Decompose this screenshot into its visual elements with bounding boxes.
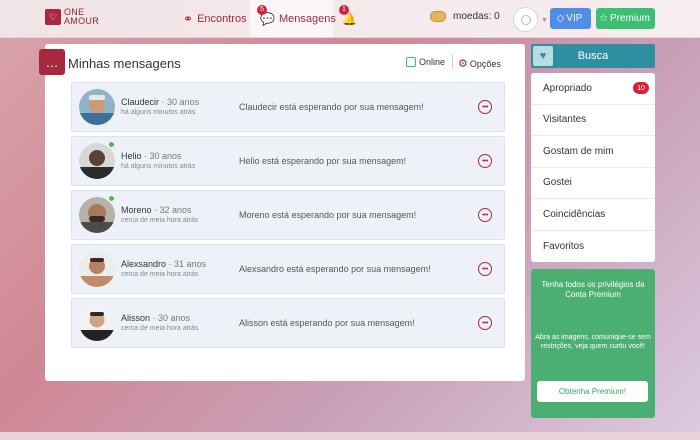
search-button-label: Busca <box>577 50 609 62</box>
chevron-down-icon[interactable]: ▼ <box>541 17 548 24</box>
avatar[interactable] <box>79 305 115 341</box>
encontros-icon: ⚭ <box>183 11 194 26</box>
get-premium-button[interactable]: Obtenha Premium! <box>537 381 648 402</box>
promo-text: Abra as imagens, comunique-se sem restri… <box>535 334 651 350</box>
nav-encontros[interactable]: ⚭ Encontros <box>183 0 247 37</box>
conversation-list: Claudecir · 30 anos há alguns minutos at… <box>71 82 505 352</box>
nav-notifications[interactable]: 🔔 1 <box>339 0 361 37</box>
more-options-icon[interactable]: ••• <box>478 154 492 168</box>
conversation-preview: Alisson está esperando por sua mensagem! <box>239 318 415 328</box>
conversation-age: 30 anos <box>158 313 191 323</box>
avatar[interactable] <box>79 197 115 233</box>
footer-strip <box>0 432 700 440</box>
sidebar-item-label: Visitantes <box>543 114 587 126</box>
messages-panel: … Minhas mensagens Online ⚙ Opções Claud… <box>39 44 525 381</box>
count-badge: 10 <box>633 82 649 94</box>
nav-encontros-label: Encontros <box>197 12 247 25</box>
avatar[interactable] <box>79 143 115 179</box>
bell-icon: 🔔 1 <box>339 4 357 26</box>
mensagens-badge: 5 <box>257 4 267 15</box>
conversation-name[interactable]: Alisson <box>121 313 150 323</box>
conversation-age: 30 anos <box>167 97 200 107</box>
search-button[interactable]: ♥ Busca <box>531 44 655 68</box>
conversation-time: há alguns minutos atrás <box>121 109 196 116</box>
conversation-preview: Claudecir está esperando por sua mensage… <box>239 102 424 112</box>
sidebar-item-visitantes[interactable]: Visitantes <box>531 105 655 136</box>
promo-title: Tenha todos os privilégios da Conta Prem… <box>541 280 645 299</box>
conversation-preview: Moreno está esperando por sua mensagem! <box>239 210 417 220</box>
avatar[interactable] <box>79 89 115 125</box>
conversation-time: cerca de meia hora atrás <box>121 271 199 278</box>
divider <box>452 55 453 69</box>
conversation-preview: Alexsandro está esperando por sua mensag… <box>239 264 431 274</box>
sidebar-menu: Apropriado 10 Visitantes Gostam de mim G… <box>531 73 655 262</box>
sidebar-item-favoritos[interactable]: Favoritos <box>531 231 655 263</box>
conversation-name[interactable]: Claudecir <box>121 97 159 107</box>
online-filter-label: Online <box>419 57 446 67</box>
sidebar-item-label: Gostei <box>543 177 572 189</box>
conversation-time: há alguns minutos atrás <box>121 163 196 170</box>
coins-label: moedas: 0 <box>453 11 500 22</box>
user-silhouette-icon <box>520 14 531 25</box>
more-options-icon[interactable]: ••• <box>478 262 492 276</box>
sidebar-item-apropriado[interactable]: Apropriado 10 <box>531 73 655 105</box>
more-options-icon[interactable]: ••• <box>478 100 492 114</box>
conversation-row[interactable]: Claudecir · 30 anos há alguns minutos at… <box>71 82 505 132</box>
diamond-icon: ◇ <box>556 13 565 24</box>
checkbox-icon <box>406 57 416 67</box>
conversation-age: 30 anos <box>149 151 182 161</box>
star-icon: ☆ <box>599 13 608 24</box>
nav-mensagens[interactable]: 💬 5 Mensagens <box>250 0 336 37</box>
sidebar-item-label: Favoritos <box>543 240 585 252</box>
avatar[interactable] <box>79 251 115 287</box>
sidebar-item-gostei[interactable]: Gostei <box>531 168 655 199</box>
page-title: Minhas mensagens <box>68 56 181 71</box>
options-button[interactable]: ⚙ Opções <box>458 57 501 70</box>
conversation-name[interactable]: Helio <box>121 151 142 161</box>
top-bar: ♡ ONE AMOUR ⚭ Encontros 💬 5 Mensagens 🔔 1 … <box>0 0 700 38</box>
logo-text-line2: AMOUR <box>64 16 99 26</box>
more-options-icon[interactable]: ••• <box>478 316 492 330</box>
logo-heart-icon: ♡ <box>45 9 61 25</box>
more-options-icon[interactable]: ••• <box>478 208 492 222</box>
vip-button[interactable]: ◇ VIP <box>550 8 591 29</box>
conversation-row[interactable]: Alexsandro · 31 anos cerca de meia hora … <box>71 244 505 294</box>
premium-button[interactable]: ☆ Premium <box>596 8 655 29</box>
conversation-name[interactable]: Alexsandro <box>121 259 166 269</box>
conversation-preview: Helio está esperando por sua mensagem! <box>239 156 407 166</box>
chat-icon: … <box>39 49 65 75</box>
heart-shield-icon: ♥ <box>533 46 553 66</box>
sidebar-item-label: Coincidências <box>543 208 606 220</box>
conversation-age: 32 anos <box>159 205 192 215</box>
nav-mensagens-label: Mensagens <box>278 12 336 25</box>
conversation-age: 31 anos <box>174 259 207 269</box>
conversation-row[interactable]: Alisson · 30 anos cerca de meia hora atr… <box>71 298 505 348</box>
premium-promo: Tenha todos os privilégios da Conta Prem… <box>531 269 655 418</box>
sidebar-item-label: Gostam de mim <box>543 145 614 157</box>
coins-balance[interactable]: moedas: 0 <box>430 11 500 22</box>
conversation-time: cerca de meia hora atrás <box>121 217 199 224</box>
sidebar-item-coincidencias[interactable]: Coincidências <box>531 199 655 231</box>
sidebar-item-label: Apropriado <box>543 82 592 94</box>
user-avatar[interactable] <box>513 7 538 32</box>
conversation-time: cerca de meia hora atrás <box>121 325 199 332</box>
conversation-name[interactable]: Moreno <box>121 205 152 215</box>
logo[interactable]: ♡ ONE AMOUR <box>45 8 99 26</box>
vip-button-label: VIP <box>566 13 583 24</box>
online-filter[interactable]: Online <box>406 57 445 67</box>
online-indicator <box>108 141 115 148</box>
conversation-row[interactable]: Moreno · 32 anos cerca de meia hora atrá… <box>71 190 505 240</box>
premium-button-label: Premium <box>609 13 650 24</box>
coins-icon <box>430 11 446 22</box>
notifications-badge: 1 <box>339 4 349 15</box>
gear-icon: ⚙ <box>458 58 468 70</box>
online-indicator <box>108 195 115 202</box>
options-label: Opções <box>469 58 501 69</box>
sidebar-item-gostam-de-mim[interactable]: Gostam de mim <box>531 136 655 168</box>
chat-bubbles-icon: 💬 5 <box>257 4 275 26</box>
conversation-row[interactable]: Helio · 30 anos há alguns minutos atrás … <box>71 136 505 186</box>
